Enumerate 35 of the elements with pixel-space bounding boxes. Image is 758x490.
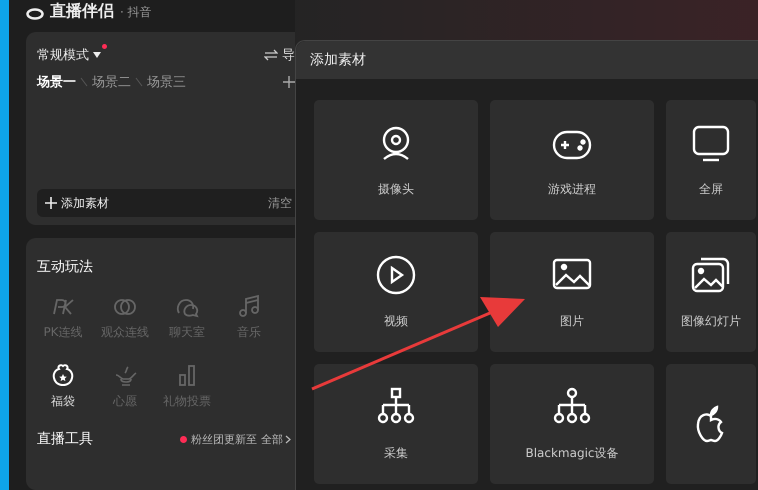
add-icon[interactable] <box>283 76 295 88</box>
source-tile[interactable]: 摄像头 <box>314 100 478 220</box>
separator-icon <box>80 77 88 87</box>
section-title: 互动玩法 <box>37 258 94 276</box>
caret-icon <box>93 52 101 58</box>
add-material-button[interactable]: 添加素材 <box>45 194 109 212</box>
dialog-title: 添加素材 <box>296 41 758 79</box>
platform-label: · 抖音 <box>120 4 152 20</box>
notice-text: 粉丝团更新至 <box>191 432 257 446</box>
source-tile[interactable] <box>666 364 756 484</box>
mode-dropdown[interactable]: 常规模式 <box>37 46 101 64</box>
import-button[interactable]: 导 <box>264 46 295 64</box>
scene-tab[interactable]: 场景三 <box>147 73 186 91</box>
music-note-icon <box>237 294 261 318</box>
clear-button[interactable]: 清空 <box>268 194 292 212</box>
lucky-bag-icon <box>51 363 75 387</box>
play-icon <box>376 254 416 294</box>
source-tile[interactable]: 图片 <box>490 232 654 352</box>
source-tile[interactable]: 图像幻灯片 <box>666 232 756 352</box>
separator-icon <box>135 77 143 87</box>
all-link[interactable]: 全部 <box>261 432 291 446</box>
source-tile[interactable]: 全屏 <box>666 100 756 220</box>
app-title: 直播伴侣 <box>50 2 114 20</box>
source-tile[interactable]: 游戏进程 <box>490 100 654 220</box>
section-title: 直播工具 <box>37 430 93 448</box>
logo-icon <box>26 8 44 20</box>
chevron-right-icon <box>285 434 291 444</box>
feature-item[interactable]: 福袋 <box>32 363 94 410</box>
source-tile[interactable]: 视频 <box>314 232 478 352</box>
swap-icon <box>264 49 278 61</box>
scene-tab[interactable]: 场景二 <box>92 73 131 91</box>
scene-tab[interactable]: 场景一 <box>37 73 76 91</box>
source-tile[interactable]: 采集 <box>314 364 478 484</box>
plus-icon <box>45 197 57 209</box>
source-tile[interactable]: Blackmagic设备 <box>490 364 654 484</box>
